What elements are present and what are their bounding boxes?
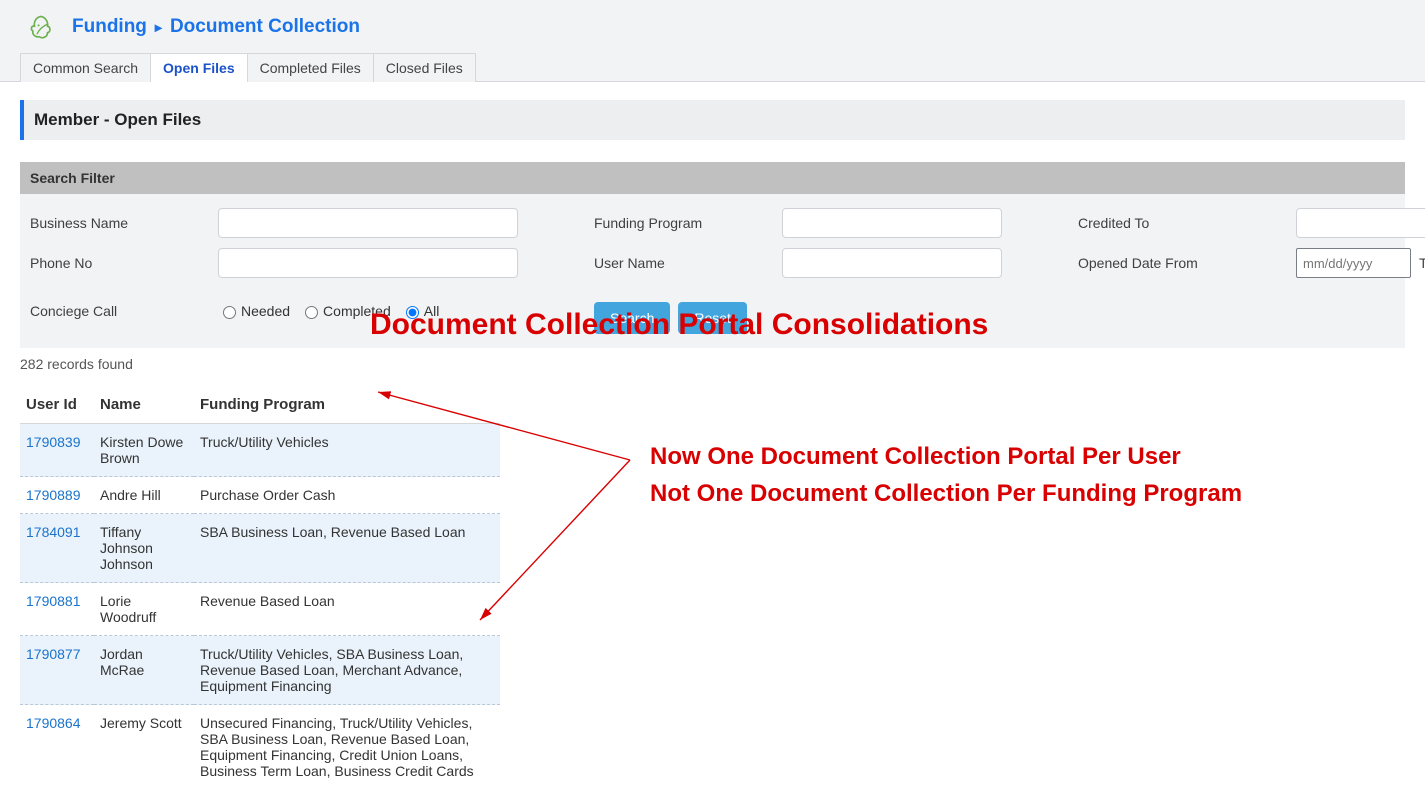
cell-funding-program: Purchase Order Cash (194, 477, 500, 514)
table-row: 1790877 Jordan McRaeTruck/Utility Vehicle… (20, 636, 500, 705)
col-header-funding-program[interactable]: Funding Program (194, 386, 500, 424)
concierge-needed-label: Needed (241, 303, 290, 319)
label-date-to: To (1419, 255, 1425, 271)
page-title: Member - Open Files (20, 100, 1405, 140)
cell-name: Tiffany Johnson Johnson (94, 514, 194, 583)
credited-to-input[interactable] (1296, 208, 1425, 238)
user-id-link[interactable]: 1790864 (26, 715, 81, 731)
table-row: 1790881 Lorie WoodruffRevenue Based Loan (20, 583, 500, 636)
annotation-line-2: Not One Document Collection Per Funding … (650, 475, 1242, 512)
label-concierge-call: Conciege Call (30, 303, 210, 319)
results-table: User Id Name Funding Program 1790839 Kirs… (20, 386, 500, 789)
user-id-link[interactable]: 1790889 (26, 487, 81, 503)
cell-user-id: 1790864 (20, 705, 94, 789)
label-phone-no: Phone No (30, 255, 210, 271)
label-credited-to: Credited To (1078, 215, 1288, 231)
table-row: 1784091 Tiffany Johnson JohnsonSBA Busine… (20, 514, 500, 583)
cell-funding-program: Revenue Based Loan (194, 583, 500, 636)
user-name-input[interactable] (782, 248, 1002, 278)
annotation-title: Document Collection Portal Consolidation… (370, 308, 988, 342)
user-id-link[interactable]: 1790877 (26, 646, 81, 662)
results-table-container: User Id Name Funding Program 1790839 Kirs… (20, 386, 500, 789)
cell-funding-program: Truck/Utility Vehicles, SBA Business Loa… (194, 636, 500, 705)
breadcrumb-funding[interactable]: Funding (72, 16, 147, 38)
cell-name: Jeremy Scott (94, 705, 194, 789)
cell-user-id: 1790877 (20, 636, 94, 705)
breadcrumb: Funding ▸ Document Collection (72, 16, 360, 38)
cell-user-id: 1784091 (20, 514, 94, 583)
table-row: 1790864 Jeremy ScottUnsecured Financing, … (20, 705, 500, 789)
tab-bar: Common Search Open Files Completed Files… (0, 52, 1425, 81)
col-header-user-id[interactable]: User Id (20, 386, 94, 424)
tab-common-search[interactable]: Common Search (20, 53, 151, 82)
label-opened-date-from: Opened Date From (1078, 255, 1288, 271)
label-funding-program: Funding Program (594, 215, 774, 231)
user-id-link[interactable]: 1790839 (26, 434, 81, 450)
business-name-input[interactable] (218, 208, 518, 238)
concierge-completed-radio[interactable] (305, 306, 318, 319)
annotation-subtitle: Now One Document Collection Portal Per U… (650, 438, 1242, 512)
cell-user-id: 1790839 (20, 424, 94, 477)
cell-name: Andre Hill (94, 477, 194, 514)
phone-no-input[interactable] (218, 248, 518, 278)
search-filter-heading: Search Filter (20, 162, 1405, 194)
cell-funding-program: Unsecured Financing, Truck/Utility Vehic… (194, 705, 500, 789)
tab-closed-files[interactable]: Closed Files (373, 53, 476, 82)
cell-name: Jordan McRae (94, 636, 194, 705)
opened-date-from-input[interactable] (1296, 248, 1411, 278)
breadcrumb-document-collection[interactable]: Document Collection (170, 16, 360, 38)
cell-name: Lorie Woodruff (94, 583, 194, 636)
user-id-link[interactable]: 1790881 (26, 593, 81, 609)
col-header-name[interactable]: Name (94, 386, 194, 424)
table-row: 1790839 Kirsten Dowe BrownTruck/Utility V… (20, 424, 500, 477)
cell-user-id: 1790881 (20, 583, 94, 636)
tab-completed-files[interactable]: Completed Files (247, 53, 374, 82)
concierge-needed-radio[interactable] (223, 306, 236, 319)
cell-funding-program: SBA Business Loan, Revenue Based Loan (194, 514, 500, 583)
breadcrumb-separator-icon: ▸ (155, 19, 162, 36)
cell-funding-program: Truck/Utility Vehicles (194, 424, 500, 477)
record-count-text: 282 records found (20, 356, 1405, 372)
funding-program-input[interactable] (782, 208, 1002, 238)
tab-open-files[interactable]: Open Files (150, 53, 248, 82)
table-row: 1790889 Andre HillPurchase Order Cash (20, 477, 500, 514)
cell-name: Kirsten Dowe Brown (94, 424, 194, 477)
app-logo (28, 14, 54, 40)
cell-user-id: 1790889 (20, 477, 94, 514)
user-id-link[interactable]: 1784091 (26, 524, 81, 540)
label-business-name: Business Name (30, 215, 210, 231)
annotation-line-1: Now One Document Collection Portal Per U… (650, 438, 1242, 475)
label-user-name: User Name (594, 255, 774, 271)
